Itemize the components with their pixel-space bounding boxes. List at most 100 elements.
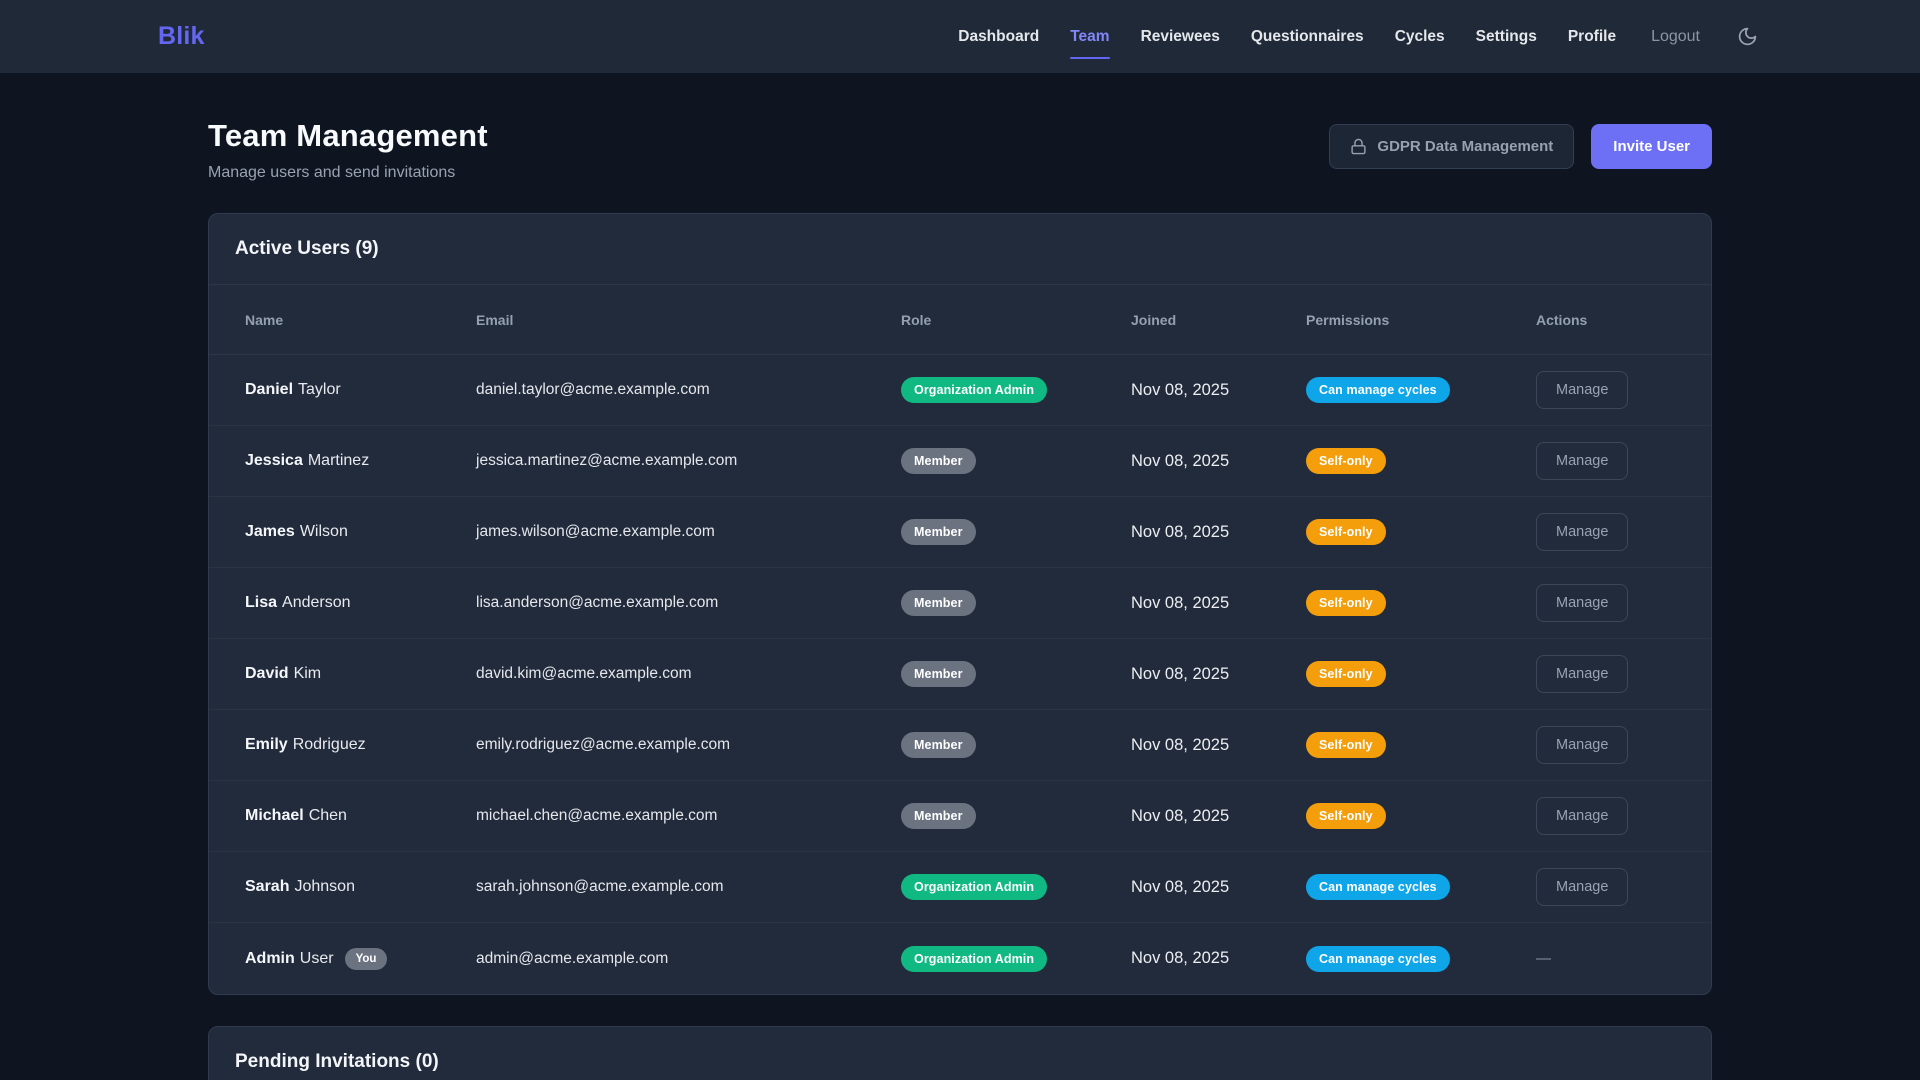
theme-toggle-button[interactable] xyxy=(1737,26,1758,47)
user-email-cell: admin@acme.example.com xyxy=(476,950,901,968)
table-row: AdminUserYou admin@acme.example.com Orga… xyxy=(209,923,1711,994)
gdpr-data-management-button[interactable]: GDPR Data Management xyxy=(1329,124,1574,169)
user-role-cell: Organization Admin xyxy=(901,946,1131,972)
invite-user-button[interactable]: Invite User xyxy=(1591,124,1712,169)
active-users-card-header: Active Users (9) xyxy=(209,214,1711,285)
column-header-joined: Joined xyxy=(1131,312,1306,328)
page-content: Team Management Manage users and send in… xyxy=(0,73,1920,1080)
user-permissions-cell: Self-only xyxy=(1306,519,1536,545)
manage-button[interactable]: Manage xyxy=(1536,584,1628,622)
user-actions-cell: Manage xyxy=(1536,584,1675,622)
brand-logo[interactable]: Blik xyxy=(158,22,205,51)
user-email-cell: jessica.martinez@acme.example.com xyxy=(476,452,901,470)
pending-invitations-card: Pending Invitations (0) xyxy=(208,1026,1712,1080)
nav-item-dashboard[interactable]: Dashboard xyxy=(958,28,1039,46)
active-users-title: Active Users (9) xyxy=(235,238,1685,260)
user-role-cell: Organization Admin xyxy=(901,377,1131,403)
user-permissions-cell: Self-only xyxy=(1306,448,1536,474)
user-permissions-cell: Self-only xyxy=(1306,803,1536,829)
moon-icon xyxy=(1737,26,1758,47)
nav-item-questionnaires[interactable]: Questionnaires xyxy=(1251,28,1364,46)
user-role-cell: Member xyxy=(901,732,1131,758)
table-row: SarahJohnson sarah.johnson@acme.example.… xyxy=(209,852,1711,923)
table-body: DanielTaylor daniel.taylor@acme.example.… xyxy=(209,355,1711,994)
permission-badge: Can manage cycles xyxy=(1306,946,1450,972)
user-email-cell: sarah.johnson@acme.example.com xyxy=(476,878,901,896)
manage-button[interactable]: Manage xyxy=(1536,655,1628,693)
manage-button[interactable]: Manage xyxy=(1536,513,1628,551)
permission-badge: Self-only xyxy=(1306,732,1386,758)
user-name-cell: JamesWilson xyxy=(245,523,476,541)
pending-invitations-title: Pending Invitations (0) xyxy=(235,1051,1685,1073)
user-actions-cell: Manage xyxy=(1536,371,1675,409)
page-header: Team Management Manage users and send in… xyxy=(208,118,1712,182)
nav-item-settings[interactable]: Settings xyxy=(1476,28,1537,46)
column-header-actions: Actions xyxy=(1536,312,1675,328)
user-joined-cell: Nov 08, 2025 xyxy=(1131,452,1306,471)
user-name-cell: JessicaMartinez xyxy=(245,452,476,470)
user-actions-cell: Manage xyxy=(1536,797,1675,835)
user-actions-cell: Manage xyxy=(1536,513,1675,551)
user-name-cell: EmilyRodriguez xyxy=(245,736,476,754)
role-badge: Member xyxy=(901,803,976,829)
table-header-row: NameEmailRoleJoinedPermissionsActions xyxy=(209,285,1711,355)
logout-button[interactable]: Logout xyxy=(1651,28,1700,46)
manage-button[interactable]: Manage xyxy=(1536,371,1628,409)
user-joined-cell: Nov 08, 2025 xyxy=(1131,878,1306,897)
column-header-email: Email xyxy=(476,312,901,328)
user-permissions-cell: Self-only xyxy=(1306,661,1536,687)
nav-item-reviewees[interactable]: Reviewees xyxy=(1141,28,1220,46)
user-permissions-cell: Can manage cycles xyxy=(1306,946,1536,972)
table-row: JamesWilson james.wilson@acme.example.co… xyxy=(209,497,1711,568)
user-joined-cell: Nov 08, 2025 xyxy=(1131,807,1306,826)
role-badge: Member xyxy=(901,519,976,545)
you-badge: You xyxy=(345,948,388,970)
user-permissions-cell: Self-only xyxy=(1306,732,1536,758)
nav-item-team[interactable]: Team xyxy=(1070,28,1109,46)
user-permissions-cell: Can manage cycles xyxy=(1306,874,1536,900)
column-header-role: Role xyxy=(901,312,1131,328)
user-email-cell: emily.rodriguez@acme.example.com xyxy=(476,736,901,754)
user-joined-cell: Nov 08, 2025 xyxy=(1131,736,1306,755)
user-name-cell: LisaAnderson xyxy=(245,594,476,612)
manage-button[interactable]: Manage xyxy=(1536,726,1628,764)
permission-badge: Self-only xyxy=(1306,661,1386,687)
permission-badge: Self-only xyxy=(1306,803,1386,829)
user-role-cell: Member xyxy=(901,661,1131,687)
nav-item-profile[interactable]: Profile xyxy=(1568,28,1616,46)
user-name-cell: DavidKim xyxy=(245,665,476,683)
table-row: DanielTaylor daniel.taylor@acme.example.… xyxy=(209,355,1711,426)
user-email-cell: daniel.taylor@acme.example.com xyxy=(476,381,901,399)
user-email-cell: james.wilson@acme.example.com xyxy=(476,523,901,541)
user-joined-cell: Nov 08, 2025 xyxy=(1131,665,1306,684)
user-name-cell: AdminUserYou xyxy=(245,948,476,970)
manage-button[interactable]: Manage xyxy=(1536,797,1628,835)
user-actions-cell: Manage xyxy=(1536,655,1675,693)
gdpr-button-label: GDPR Data Management xyxy=(1377,138,1553,155)
permission-badge: Can manage cycles xyxy=(1306,874,1450,900)
user-name-cell: DanielTaylor xyxy=(245,381,476,399)
permission-badge: Self-only xyxy=(1306,590,1386,616)
pending-invitations-card-header: Pending Invitations (0) xyxy=(209,1027,1711,1080)
table-row: MichaelChen michael.chen@acme.example.co… xyxy=(209,781,1711,852)
role-badge: Member xyxy=(901,590,976,616)
manage-button[interactable]: Manage xyxy=(1536,442,1628,480)
table-row: LisaAnderson lisa.anderson@acme.example.… xyxy=(209,568,1711,639)
lock-icon xyxy=(1350,138,1367,155)
page-title: Team Management xyxy=(208,118,488,154)
column-header-permissions: Permissions xyxy=(1306,312,1536,328)
permission-badge: Self-only xyxy=(1306,448,1386,474)
user-name-cell: SarahJohnson xyxy=(245,878,476,896)
user-role-cell: Member xyxy=(901,590,1131,616)
user-joined-cell: Nov 08, 2025 xyxy=(1131,381,1306,400)
user-joined-cell: Nov 08, 2025 xyxy=(1131,523,1306,542)
role-badge: Organization Admin xyxy=(901,874,1047,900)
manage-button[interactable]: Manage xyxy=(1536,868,1628,906)
active-users-table: NameEmailRoleJoinedPermissionsActions Da… xyxy=(209,285,1711,994)
nav-item-cycles[interactable]: Cycles xyxy=(1395,28,1445,46)
header-actions: GDPR Data Management Invite User xyxy=(1329,124,1712,169)
permission-badge: Can manage cycles xyxy=(1306,377,1450,403)
page-subtitle: Manage users and send invitations xyxy=(208,164,488,182)
table-row: EmilyRodriguez emily.rodriguez@acme.exam… xyxy=(209,710,1711,781)
active-users-card: Active Users (9) NameEmailRoleJoinedPerm… xyxy=(208,213,1712,995)
